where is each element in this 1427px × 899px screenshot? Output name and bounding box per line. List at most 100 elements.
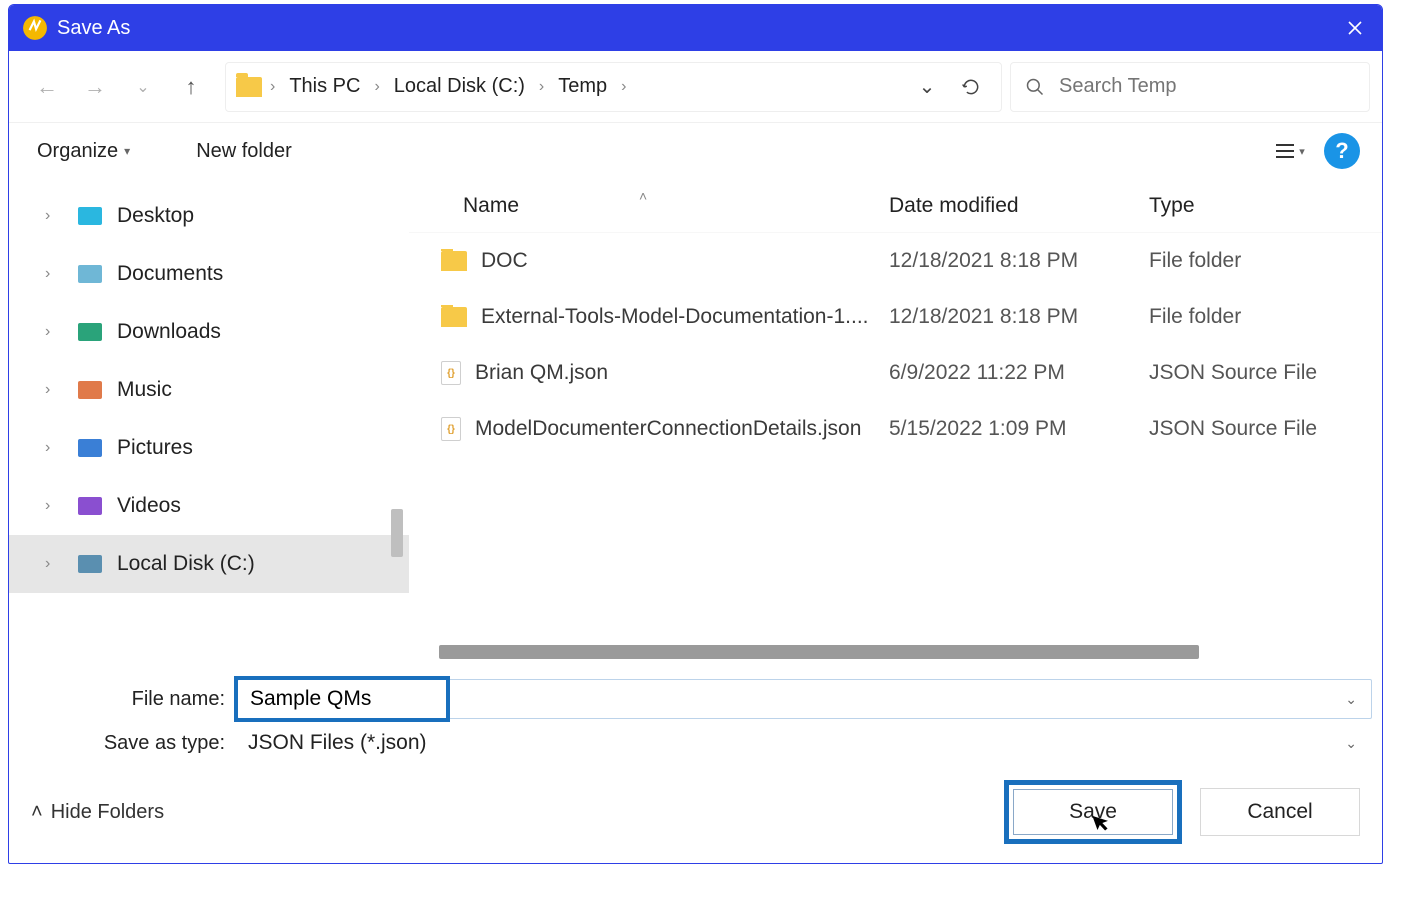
chevron-down-icon: ▾ [124, 144, 130, 158]
dialog-footer: ˄ Hide Folders Save Cancel [9, 771, 1382, 863]
file-type: File folder [1149, 305, 1382, 329]
tree-item-pictures[interactable]: › Pictures [9, 419, 409, 477]
tree-item-label: Pictures [117, 436, 193, 460]
folder-icon [441, 307, 467, 327]
save-as-type-field[interactable]: JSON Files (*.json) ⌄ [237, 725, 1372, 761]
column-type[interactable]: Type [1149, 194, 1382, 218]
chevron-right-icon: › [370, 78, 383, 96]
desktop-icon [77, 206, 103, 226]
music-icon [77, 380, 103, 400]
file-date: 5/15/2022 1:09 PM [889, 417, 1149, 441]
tree-item-music[interactable]: › Music [9, 361, 409, 419]
tree-item-videos[interactable]: › Videos [9, 477, 409, 535]
search-box[interactable] [1010, 62, 1370, 112]
cancel-button[interactable]: Cancel [1200, 788, 1360, 836]
expand-icon[interactable]: › [45, 207, 63, 225]
dialog-title: Save As [57, 17, 130, 40]
folder-icon [441, 251, 467, 271]
breadcrumb-local-disk[interactable]: Local Disk (C:) [388, 75, 531, 98]
file-name-label: File name: [19, 688, 237, 711]
breadcrumb-this-pc[interactable]: This PC [283, 75, 366, 98]
file-type: File folder [1149, 249, 1382, 273]
json-file-icon: {} [441, 361, 461, 385]
app-icon [21, 14, 49, 42]
drive-icon [77, 554, 103, 574]
chevron-up-icon: ˄ [31, 801, 43, 824]
column-headers: Name ˄ Date modified Type [409, 179, 1382, 233]
documents-icon [77, 264, 103, 284]
file-name: ModelDocumenterConnectionDetails.json [475, 417, 861, 441]
file-date: 12/18/2021 8:18 PM [889, 249, 1149, 273]
tree-item-label: Videos [117, 494, 181, 518]
search-icon [1025, 77, 1045, 97]
tree-item-desktop[interactable]: › Desktop [9, 187, 409, 245]
save-form: File name: ⌄ Save as type: JSON Files (*… [9, 661, 1382, 771]
address-dropdown-button[interactable]: ⌄ [907, 67, 947, 107]
tree-item-label: Desktop [117, 204, 194, 228]
file-name-field[interactable]: ⌄ [237, 679, 1372, 719]
view-options-button[interactable]: ▾ [1268, 129, 1312, 173]
navigation-bar: ← → ⌄ ↑ › This PC › Local Disk (C:) › Te… [9, 51, 1382, 123]
file-row[interactable]: DOC 12/18/2021 8:18 PMFile folder [409, 233, 1382, 289]
column-date[interactable]: Date modified [889, 194, 1149, 218]
expand-icon[interactable]: › [45, 323, 63, 341]
folder-icon [236, 77, 262, 97]
pictures-icon [77, 438, 103, 458]
tree-item-drive[interactable]: › Local Disk (C:) [9, 535, 409, 593]
file-name: External-Tools-Model-Documentation-1.... [481, 305, 869, 329]
new-folder-button[interactable]: New folder [186, 134, 302, 169]
expand-icon[interactable]: › [45, 381, 63, 399]
expand-icon[interactable]: › [45, 555, 63, 573]
titlebar: Save As [9, 5, 1382, 51]
forward-button[interactable]: → [75, 67, 115, 107]
recent-locations-button[interactable]: ⌄ [123, 67, 163, 107]
tree-item-label: Documents [117, 262, 223, 286]
main-area: › Desktop › Documents › Downloads › Music › Pictu… [9, 179, 1382, 661]
file-name: Brian QM.json [475, 361, 608, 385]
file-date: 12/18/2021 8:18 PM [889, 305, 1149, 329]
save-as-type-label: Save as type: [19, 732, 237, 755]
breadcrumb-temp[interactable]: Temp [552, 75, 613, 98]
videos-icon [77, 496, 103, 516]
tree-item-label: Downloads [117, 320, 221, 344]
save-as-dialog: Save As ← → ⌄ ↑ › This PC › Local Disk (… [8, 4, 1383, 864]
save-as-type-value: JSON Files (*.json) [248, 731, 427, 755]
save-button[interactable]: Save [1004, 780, 1182, 844]
help-button[interactable]: ? [1320, 129, 1364, 173]
organize-button[interactable]: Organize ▾ [27, 134, 140, 169]
file-date: 6/9/2022 11:22 PM [889, 361, 1149, 385]
expand-icon[interactable]: › [45, 265, 63, 283]
hide-folders-button[interactable]: ˄ Hide Folders [31, 801, 164, 824]
json-file-icon: {} [441, 417, 461, 441]
file-row[interactable]: {} ModelDocumenterConnectionDetails.json 5… [409, 401, 1382, 457]
file-type: JSON Source File [1149, 361, 1382, 385]
chevron-right-icon: › [617, 78, 630, 96]
file-name: DOC [481, 249, 528, 273]
chevron-right-icon: › [535, 78, 548, 96]
file-type: JSON Source File [1149, 417, 1382, 441]
close-button[interactable] [1332, 5, 1378, 51]
tree-item-label: Music [117, 378, 172, 402]
expand-icon[interactable]: › [45, 439, 63, 457]
refresh-button[interactable] [951, 67, 991, 107]
chevron-down-icon[interactable]: ⌄ [1345, 735, 1357, 752]
file-name-input[interactable] [248, 686, 1361, 712]
navigation-pane: › Desktop › Documents › Downloads › Music › Pictu… [9, 179, 409, 661]
column-name[interactable]: Name ˄ [409, 194, 889, 218]
nav-arrows: ← → ⌄ ↑ [21, 67, 217, 107]
tree-item-documents[interactable]: › Documents [9, 245, 409, 303]
expand-icon[interactable]: › [45, 497, 63, 515]
tree-item-downloads[interactable]: › Downloads [9, 303, 409, 361]
chevron-down-icon[interactable]: ⌄ [1345, 691, 1357, 708]
sort-ascending-icon: ˄ [639, 188, 647, 204]
chevron-right-icon: › [266, 78, 279, 96]
downloads-icon [77, 322, 103, 342]
file-row[interactable]: {} Brian QM.json 6/9/2022 11:22 PMJSON Sou… [409, 345, 1382, 401]
back-button[interactable]: ← [27, 67, 67, 107]
up-button[interactable]: ↑ [171, 67, 211, 107]
address-bar[interactable]: › This PC › Local Disk (C:) › Temp › ⌄ [225, 62, 1002, 112]
toolbar: Organize ▾ New folder ▾ ? [9, 123, 1382, 179]
tree-item-label: Local Disk (C:) [117, 552, 255, 576]
file-row[interactable]: External-Tools-Model-Documentation-1....… [409, 289, 1382, 345]
search-input[interactable] [1057, 74, 1355, 99]
